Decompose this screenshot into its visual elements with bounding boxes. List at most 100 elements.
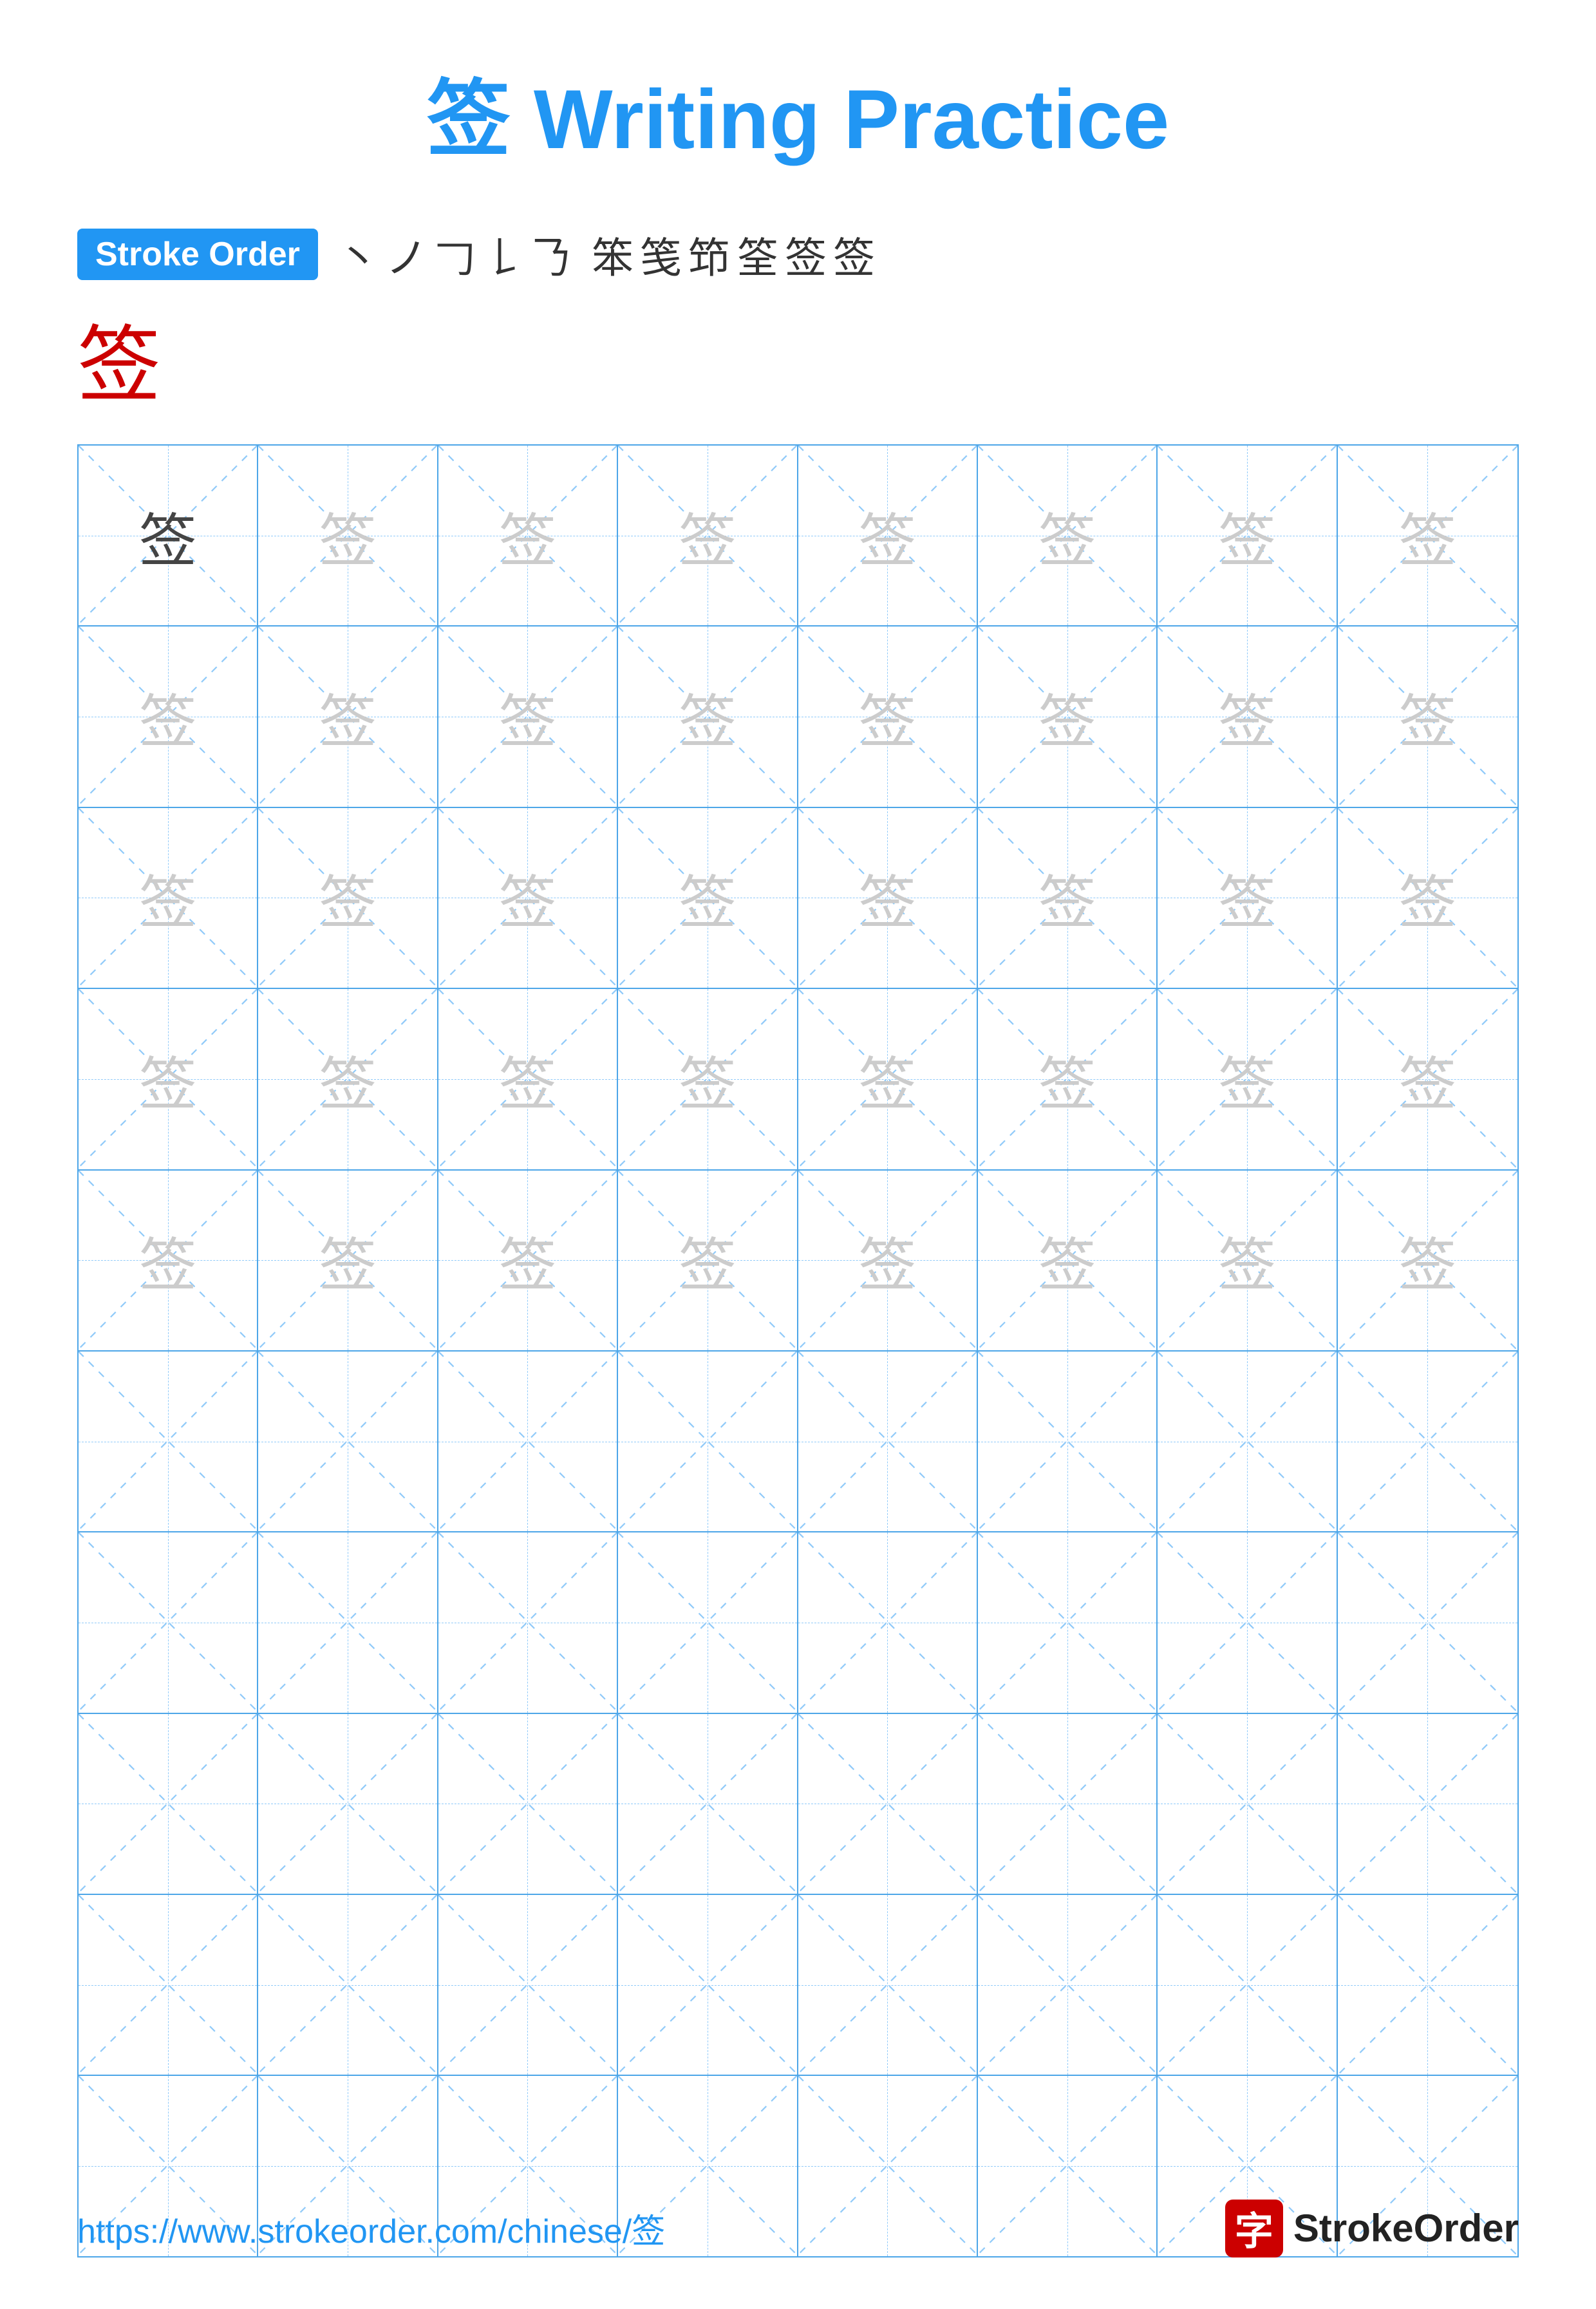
grid-cell-6-8[interactable] bbox=[1338, 1352, 1517, 1531]
grid-cell-4-6[interactable]: 签 bbox=[978, 989, 1158, 1169]
stroke-sequence: 丶 ノ 𠃌 𠄌 𠄎 𠄐 𠄑 笨 笺 笻 筌 签 签 bbox=[337, 224, 875, 285]
grid-cell-6-2[interactable] bbox=[258, 1352, 438, 1531]
grid-cell-9-3[interactable] bbox=[438, 1895, 618, 2075]
grid-cell-2-2[interactable]: 签 bbox=[258, 627, 438, 806]
grid-cell-7-1[interactable] bbox=[79, 1532, 258, 1712]
stroke-12: 签 bbox=[785, 224, 827, 285]
grid-cell-3-3[interactable]: 签 bbox=[438, 808, 618, 988]
grid-cell-9-6[interactable] bbox=[978, 1895, 1158, 2075]
footer-logo: 字 StrokeOrder bbox=[1225, 2200, 1519, 2257]
char-light: 签 bbox=[1218, 494, 1276, 578]
grid-row-5: 签 签 签 签 签 签 签 签 bbox=[79, 1171, 1517, 1352]
grid-cell-4-5[interactable]: 签 bbox=[798, 989, 978, 1169]
grid-cell-3-1[interactable]: 签 bbox=[79, 808, 258, 988]
grid-cell-7-2[interactable] bbox=[258, 1532, 438, 1712]
grid-cell-9-8[interactable] bbox=[1338, 1895, 1517, 2075]
grid-cell-3-5[interactable]: 签 bbox=[798, 808, 978, 988]
grid-cell-1-1[interactable]: 签 bbox=[79, 446, 258, 625]
grid-cell-3-2[interactable]: 签 bbox=[258, 808, 438, 988]
grid-cell-1-3[interactable]: 签 bbox=[438, 446, 618, 625]
grid-cell-8-8[interactable] bbox=[1338, 1714, 1517, 1894]
char-dark: 签 bbox=[139, 494, 197, 578]
grid-cell-2-8[interactable]: 签 bbox=[1338, 627, 1517, 806]
footer: https://www.strokeorder.com/chinese/签 字 … bbox=[77, 2200, 1519, 2257]
grid-cell-6-3[interactable] bbox=[438, 1352, 618, 1531]
stroke-5: 𠄎 bbox=[530, 224, 572, 285]
grid-cell-5-5[interactable]: 签 bbox=[798, 1171, 978, 1350]
grid-cell-3-6[interactable]: 签 bbox=[978, 808, 1158, 988]
char-light: 签 bbox=[139, 1218, 197, 1302]
grid-cell-5-1[interactable]: 签 bbox=[79, 1171, 258, 1350]
grid-cell-2-5[interactable]: 签 bbox=[798, 627, 978, 806]
char-light: 签 bbox=[1398, 1218, 1456, 1302]
grid-cell-3-4[interactable]: 签 bbox=[618, 808, 798, 988]
grid-cell-6-7[interactable] bbox=[1158, 1352, 1337, 1531]
grid-cell-4-3[interactable]: 签 bbox=[438, 989, 618, 1169]
grid-cell-2-3[interactable]: 签 bbox=[438, 627, 618, 806]
grid-cell-5-4[interactable]: 签 bbox=[618, 1171, 798, 1350]
grid-cell-7-3[interactable] bbox=[438, 1532, 618, 1712]
grid-cell-1-5[interactable]: 签 bbox=[798, 446, 978, 625]
grid-cell-3-8[interactable]: 签 bbox=[1338, 808, 1517, 988]
char-light: 签 bbox=[1398, 856, 1456, 939]
grid-cell-8-7[interactable] bbox=[1158, 1714, 1337, 1894]
grid-cell-8-2[interactable] bbox=[258, 1714, 438, 1894]
grid-cell-6-5[interactable] bbox=[798, 1352, 978, 1531]
grid-cell-1-6[interactable]: 签 bbox=[978, 446, 1158, 625]
page-title: 签 Writing Practice bbox=[427, 52, 1169, 173]
char-light: 签 bbox=[1038, 675, 1096, 759]
grid-cell-8-6[interactable] bbox=[978, 1714, 1158, 1894]
grid-cell-2-7[interactable]: 签 bbox=[1158, 627, 1337, 806]
grid-cell-9-5[interactable] bbox=[798, 1895, 978, 2075]
stroke-4: 𠄌 bbox=[482, 224, 524, 285]
grid-cell-6-6[interactable] bbox=[978, 1352, 1158, 1531]
char-light: 签 bbox=[1038, 494, 1096, 578]
grid-cell-9-2[interactable] bbox=[258, 1895, 438, 2075]
char-light: 签 bbox=[858, 675, 916, 759]
char-light: 签 bbox=[858, 1037, 916, 1121]
full-char-row: 签 bbox=[77, 297, 1519, 419]
stroke-8: 笨 bbox=[592, 224, 634, 285]
grid-cell-4-8[interactable]: 签 bbox=[1338, 989, 1517, 1169]
grid-cell-4-4[interactable]: 签 bbox=[618, 989, 798, 1169]
stroke-11: 筌 bbox=[737, 224, 778, 285]
grid-cell-4-7[interactable]: 签 bbox=[1158, 989, 1337, 1169]
grid-cell-1-7[interactable]: 签 bbox=[1158, 446, 1337, 625]
stroke-3: 𠃌 bbox=[434, 224, 476, 285]
footer-url[interactable]: https://www.strokeorder.com/chinese/签 bbox=[77, 2204, 665, 2252]
grid-cell-5-6[interactable]: 签 bbox=[978, 1171, 1158, 1350]
grid-cell-7-8[interactable] bbox=[1338, 1532, 1517, 1712]
grid-cell-5-2[interactable]: 签 bbox=[258, 1171, 438, 1350]
grid-cell-2-4[interactable]: 签 bbox=[618, 627, 798, 806]
grid-cell-8-3[interactable] bbox=[438, 1714, 618, 1894]
grid-cell-7-6[interactable] bbox=[978, 1532, 1158, 1712]
grid-cell-2-1[interactable]: 签 bbox=[79, 627, 258, 806]
grid-cell-5-8[interactable]: 签 bbox=[1338, 1171, 1517, 1350]
grid-cell-8-4[interactable] bbox=[618, 1714, 798, 1894]
grid-cell-6-1[interactable] bbox=[79, 1352, 258, 1531]
char-light: 签 bbox=[498, 1037, 556, 1121]
char-light: 签 bbox=[1398, 1037, 1456, 1121]
grid-cell-5-3[interactable]: 签 bbox=[438, 1171, 618, 1350]
grid-cell-8-5[interactable] bbox=[798, 1714, 978, 1894]
grid-cell-9-1[interactable] bbox=[79, 1895, 258, 2075]
grid-cell-9-7[interactable] bbox=[1158, 1895, 1337, 2075]
grid-cell-9-4[interactable] bbox=[618, 1895, 798, 2075]
stroke-9: 笺 bbox=[640, 224, 682, 285]
grid-cell-1-8[interactable]: 签 bbox=[1338, 446, 1517, 625]
grid-cell-7-5[interactable] bbox=[798, 1532, 978, 1712]
grid-cell-4-2[interactable]: 签 bbox=[258, 989, 438, 1169]
grid-cell-5-7[interactable]: 签 bbox=[1158, 1171, 1337, 1350]
char-light: 签 bbox=[1038, 1037, 1096, 1121]
grid-cell-1-4[interactable]: 签 bbox=[618, 446, 798, 625]
grid-cell-7-4[interactable] bbox=[618, 1532, 798, 1712]
grid-cell-2-6[interactable]: 签 bbox=[978, 627, 1158, 806]
grid-cell-1-2[interactable]: 签 bbox=[258, 446, 438, 625]
stroke-order-badge: Stroke Order bbox=[77, 229, 318, 280]
grid-cell-8-1[interactable] bbox=[79, 1714, 258, 1894]
grid-cell-4-1[interactable]: 签 bbox=[79, 989, 258, 1169]
char-light: 签 bbox=[319, 1218, 377, 1302]
grid-cell-3-7[interactable]: 签 bbox=[1158, 808, 1337, 988]
grid-cell-7-7[interactable] bbox=[1158, 1532, 1337, 1712]
grid-cell-6-4[interactable] bbox=[618, 1352, 798, 1531]
